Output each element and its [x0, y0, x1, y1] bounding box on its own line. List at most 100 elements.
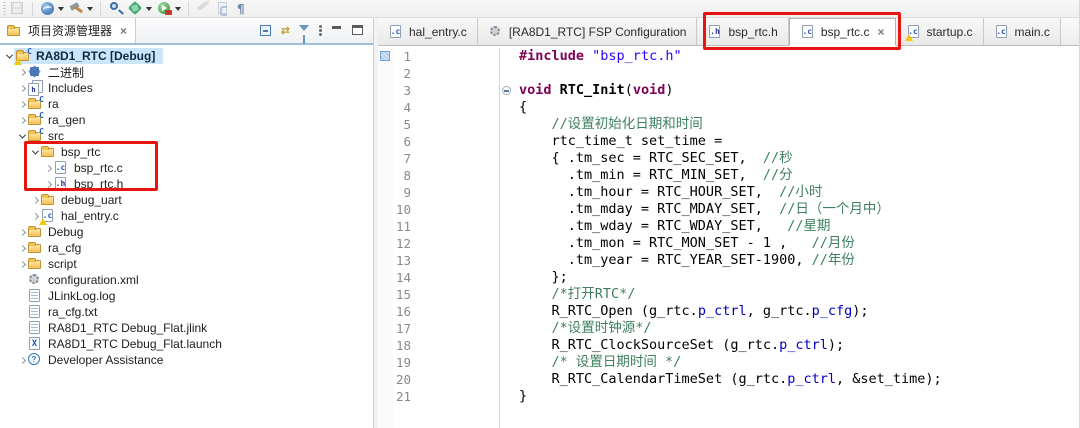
annotation-ruler[interactable] — [378, 354, 393, 371]
folding-ruler[interactable] — [499, 320, 512, 337]
folding-ruler[interactable] — [499, 201, 512, 218]
annotation-ruler[interactable] — [378, 150, 393, 167]
chevron-collapsed-icon[interactable] — [17, 228, 27, 236]
annotation-ruler[interactable] — [378, 371, 393, 388]
dropdown-arrow-icon[interactable] — [87, 6, 93, 11]
chevron-collapsed-icon[interactable] — [30, 196, 40, 204]
tree-item-ra-cfg[interactable]: ra_cfg — [0, 240, 373, 256]
annotation-ruler[interactable] — [378, 82, 393, 99]
annotation-ruler[interactable] — [378, 65, 393, 82]
collapse-all-button[interactable] — [259, 24, 273, 37]
tree-item-ra8d1-rtc-debug-flat-jlink[interactable]: RA8D1_RTC Debug_Flat.jlink — [0, 320, 373, 336]
annotation-ruler[interactable] — [378, 286, 393, 303]
folding-ruler[interactable] — [499, 371, 512, 388]
chevron-collapsed-icon[interactable] — [17, 260, 27, 268]
chevron-expanded-icon[interactable] — [17, 131, 27, 139]
debug-button[interactable] — [127, 0, 153, 17]
folding-ruler[interactable] — [499, 303, 512, 320]
folding-ruler[interactable] — [499, 269, 512, 286]
folding-ruler[interactable] — [499, 388, 512, 405]
tree-item-bsp-rtc-c[interactable]: .c bsp_rtc.c — [0, 160, 373, 176]
code-editor[interactable]: 1 #include "bsp_rtc.h" 2 3 void RTC_Init(voi… — [378, 46, 1079, 428]
link-with-editor-button[interactable]: ⇄ — [281, 24, 290, 37]
view-menu-button[interactable] — [319, 24, 323, 37]
close-view-icon[interactable]: × — [120, 24, 127, 38]
tree-item-ra8d1-rtc-debug-flat-launch[interactable]: X RA8D1_RTC Debug_Flat.launch — [0, 336, 373, 352]
tree-item-developer-assistance[interactable]: ? Developer Assistance — [0, 352, 373, 368]
save-button[interactable] — [9, 1, 26, 17]
tree-item-debug-uart[interactable]: debug_uart — [0, 192, 373, 208]
refresh-document-button[interactable] — [215, 1, 232, 17]
search-button[interactable] — [107, 1, 124, 17]
annotation-ruler[interactable] — [378, 201, 393, 218]
folding-ruler[interactable] — [499, 337, 512, 354]
tree-item-includes[interactable]: h Includes — [0, 80, 373, 96]
chevron-collapsed-icon[interactable] — [17, 244, 27, 252]
annotation-ruler[interactable] — [378, 133, 393, 150]
folding-ruler[interactable] — [499, 354, 512, 371]
annotation-ruler[interactable] — [378, 167, 393, 184]
tree-item-src[interactable]: Csrc — [0, 127, 373, 144]
tab-hal-entry-c[interactable]: .c hal_entry.c — [378, 18, 478, 45]
tab-main-c[interactable]: .c main.c — [983, 18, 1061, 45]
generate-project-content-button[interactable] — [39, 1, 65, 17]
tab-bsp-rtc-c[interactable]: .c bsp_rtc.c × — [788, 18, 896, 46]
tab-startup-c[interactable]: .c startup.c — [895, 18, 984, 45]
chevron-expanded-icon[interactable] — [4, 51, 14, 59]
build-button[interactable] — [68, 1, 94, 17]
tree-item-ra-cfg-txt[interactable]: ra_cfg.txt — [0, 304, 373, 320]
tree-item-debug[interactable]: Debug — [0, 224, 373, 240]
tab-bsp-rtc-h[interactable]: .h bsp_rtc.h — [697, 18, 789, 45]
tab-fsp-configuration[interactable]: [RA8D1_RTC] FSP Configuration — [477, 18, 698, 45]
collapse-fold-icon[interactable] — [502, 86, 511, 95]
folding-ruler[interactable] — [499, 65, 512, 82]
show-whitespace-button[interactable]: ¶ — [235, 2, 247, 16]
folding-ruler[interactable] — [499, 48, 512, 65]
chevron-collapsed-icon[interactable] — [17, 84, 27, 92]
tree-item-script[interactable]: script — [0, 256, 373, 272]
folding-ruler[interactable] — [499, 82, 512, 99]
tree-item-bsp-rtc[interactable]: bsp_rtc — [0, 144, 373, 160]
tree-item-ra8d1-rtc-debug[interactable]: C RA8D1_RTC [Debug] — [0, 47, 373, 65]
close-tab-icon[interactable]: × — [878, 25, 885, 39]
folding-ruler[interactable] — [499, 286, 512, 303]
folding-ruler[interactable] — [499, 235, 512, 252]
tree-item-jlinklog-log[interactable]: JLinkLog.log — [0, 288, 373, 304]
dropdown-arrow-icon[interactable] — [146, 6, 152, 11]
tree-item-ra[interactable]: Cra — [0, 95, 373, 112]
chevron-collapsed-icon[interactable] — [43, 164, 53, 172]
filter-button[interactable] — [298, 24, 311, 44]
maximize-button[interactable] — [352, 24, 365, 37]
tree-item-bsp-rtc-h[interactable]: .h bsp_rtc.h — [0, 176, 373, 192]
dropdown-arrow-icon[interactable] — [175, 6, 181, 11]
chevron-expanded-icon[interactable] — [30, 147, 40, 155]
folding-ruler[interactable] — [499, 99, 512, 116]
chevron-collapsed-icon[interactable] — [43, 180, 53, 188]
folding-ruler[interactable] — [499, 167, 512, 184]
folding-ruler[interactable] — [499, 184, 512, 201]
tree-item-hal-entry-c[interactable]: .c hal_entry.c — [0, 208, 373, 225]
folding-ruler[interactable] — [499, 150, 512, 167]
annotation-ruler[interactable] — [378, 337, 393, 354]
chevron-collapsed-icon[interactable] — [17, 116, 27, 124]
folding-ruler[interactable] — [499, 252, 512, 269]
run-button[interactable] — [156, 1, 182, 17]
project-explorer-tab[interactable]: 项目资源管理器 × — [0, 18, 137, 43]
annotation-ruler[interactable] — [378, 235, 393, 252]
annotation-ruler[interactable] — [378, 184, 393, 201]
annotation-ruler[interactable] — [378, 320, 393, 337]
tree-item-configuration-xml[interactable]: configuration.xml — [0, 272, 373, 288]
annotation-ruler[interactable] — [378, 218, 393, 235]
annotation-ruler[interactable] — [378, 252, 393, 269]
annotation-ruler[interactable] — [378, 388, 393, 405]
chevron-collapsed-icon[interactable] — [17, 68, 27, 76]
folding-ruler[interactable] — [499, 218, 512, 235]
annotation-ruler[interactable] — [378, 269, 393, 286]
annotation-ruler[interactable] — [378, 48, 393, 65]
annotation-ruler[interactable] — [378, 116, 393, 133]
annotation-ruler[interactable] — [378, 303, 393, 320]
annotation-ruler[interactable] — [378, 99, 393, 116]
folding-ruler[interactable] — [499, 116, 512, 133]
chevron-collapsed-icon[interactable] — [17, 100, 27, 108]
chevron-collapsed-icon[interactable] — [17, 356, 27, 364]
